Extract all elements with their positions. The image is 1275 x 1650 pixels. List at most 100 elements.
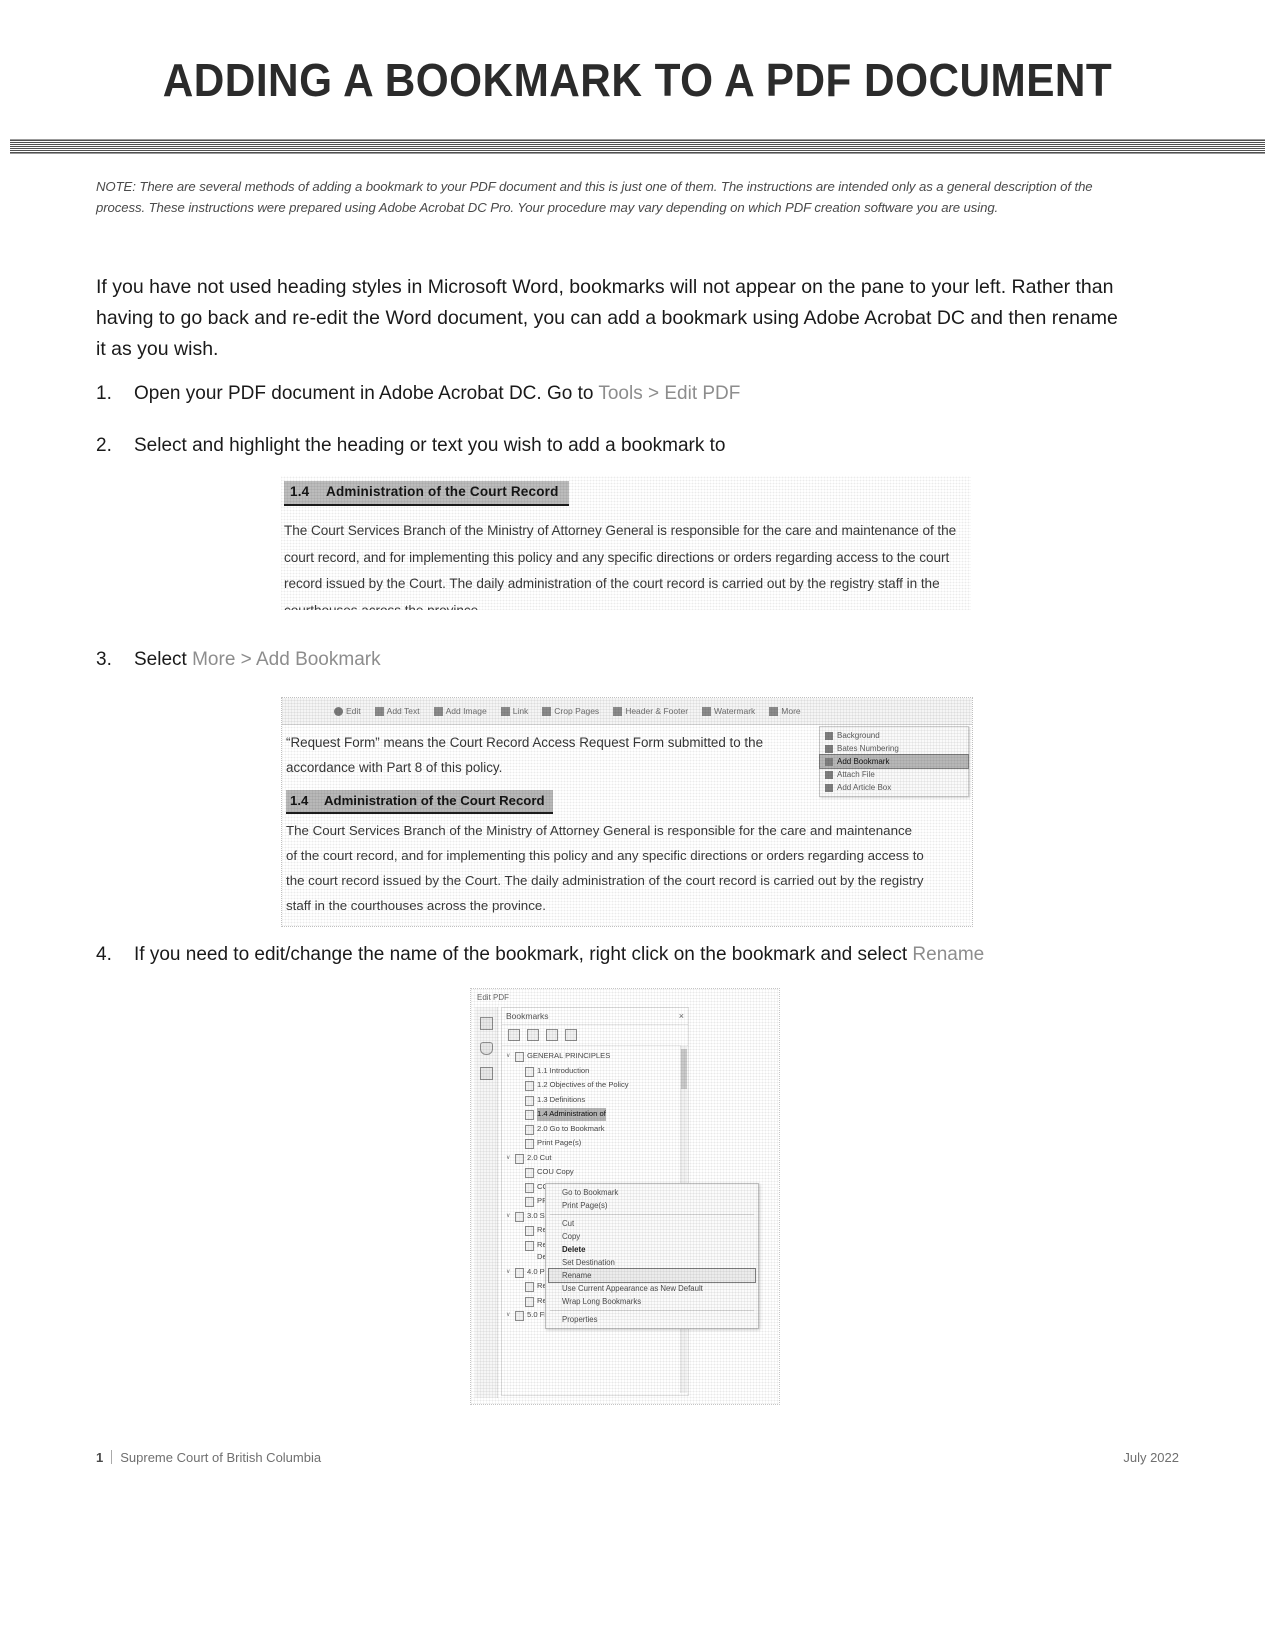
step-1-emphasis: Tools > Edit PDF — [598, 383, 741, 404]
screenshot-bookmarks-panel: Edit PDF Bookmarks × ∨ GENERAL PRINCIPLES… — [470, 988, 780, 1405]
toolbar-item-header-footer[interactable]: Header & Footer — [613, 706, 688, 716]
bookmark-label: 1.2 Objectives of the Policy — [537, 1080, 629, 1089]
step-3-number: 3. — [96, 649, 112, 670]
step-1-text: Open your PDF document in Adobe Acrobat … — [134, 383, 599, 404]
context-separator — [550, 1310, 754, 1311]
list-item[interactable]: Print Page(s) — [506, 1136, 686, 1151]
bookmark-label: 1.3 Definitions — [537, 1094, 586, 1104]
options-icon[interactable] — [565, 1029, 577, 1041]
intro-paragraph: If you have not used heading styles in M… — [96, 276, 1118, 360]
scrollbar-thumb[interactable] — [681, 1049, 687, 1089]
bookmark-item-icon — [525, 1240, 534, 1251]
bookmark-item-icon — [525, 1296, 534, 1307]
more-menu-label-add-article-box: Add Article Box — [837, 783, 892, 792]
context-item-properties[interactable]: Properties — [546, 1313, 758, 1326]
pencil-icon — [334, 706, 343, 716]
toolbar-item-crop-pages[interactable]: Crop Pages — [542, 706, 599, 716]
screenshot-quote-text: “Request Form” means the Court Record Ac… — [286, 730, 826, 780]
list-item-selected[interactable]: 1.4 Administration of — [506, 1107, 686, 1122]
toolbar-label-edit: Edit — [346, 706, 361, 716]
list-item[interactable]: ∨ GENERAL PRINCIPLES — [506, 1049, 686, 1064]
list-item[interactable]: ∨ 2.0 Cut — [506, 1151, 686, 1166]
toolbar-item-add-text[interactable]: Add Text — [374, 706, 420, 716]
highlighted-heading: 1.4 Administration of the Court Record — [284, 481, 569, 506]
toolbar-item-link[interactable]: Link — [500, 706, 528, 716]
context-item-rename[interactable]: Rename — [548, 1268, 756, 1283]
step-3-text: Select — [134, 649, 193, 670]
heading-text-2: Administration of the Court Record — [324, 793, 545, 808]
list-item[interactable]: 1.1 Introduction — [506, 1064, 686, 1079]
step-4-emphasis: Rename — [912, 944, 985, 965]
context-item-delete[interactable]: Delete — [546, 1243, 758, 1256]
close-icon[interactable]: × — [679, 1011, 684, 1021]
chevron-down-icon[interactable]: ∨ — [506, 1050, 512, 1062]
toolbar-label-header-footer: Header & Footer — [625, 706, 689, 716]
step-3-body: Select More > Add Bookmark — [134, 646, 1096, 674]
screenshot-highlighted-heading: 1.4 Administration of the Court Record Th… — [281, 476, 971, 610]
bookmark-item-icon — [525, 1066, 534, 1077]
chevron-down-icon[interactable]: ∨ — [506, 1309, 512, 1321]
bookmark-item-icon — [525, 1095, 534, 1106]
bookmark-item-icon — [525, 1182, 534, 1193]
context-item-set-destination[interactable]: Set Destination — [546, 1256, 758, 1269]
screenshot-body-paragraph-2: The Court Services Branch of the Ministr… — [286, 823, 924, 913]
step-1-body: Open your PDF document in Adobe Acrobat … — [134, 380, 1096, 408]
bookmark-item-icon — [515, 1052, 524, 1062]
bookmark-label: 1.1 Introduction — [537, 1065, 590, 1075]
bates-icon — [825, 744, 833, 753]
list-item[interactable]: 1.3 Definitions — [506, 1093, 686, 1108]
edit-pdf-tool-label: Edit PDF — [477, 993, 510, 1002]
step-4-number: 4. — [96, 944, 112, 965]
context-item-cut[interactable]: Cut — [546, 1217, 758, 1230]
bookmark-icon — [825, 757, 833, 766]
step-4-body: If you need to edit/change the name of t… — [134, 941, 1106, 969]
chevron-down-icon[interactable]: ∨ — [506, 1210, 512, 1222]
heading-number-2: 1.4 — [290, 793, 309, 808]
footer-divider — [111, 1450, 113, 1464]
toolbar-item-watermark[interactable]: Watermark — [702, 706, 755, 716]
chevron-down-icon[interactable]: ∨ — [506, 1266, 512, 1278]
step-4-text: If you need to edit/change the name of t… — [134, 944, 913, 965]
toolbar-item-more[interactable]: More — [769, 706, 801, 716]
footer-organization: Supreme Court of British Columbia — [120, 1450, 322, 1465]
crop-icon — [542, 706, 552, 716]
step-2-number: 2. — [96, 435, 112, 456]
step-4: 4. If you need to edit/change the name o… — [96, 941, 1106, 969]
note-text: NOTE: There are several methods of addin… — [96, 179, 1093, 215]
context-item-print-pages[interactable]: Print Page(s) — [546, 1199, 758, 1212]
footer-left: 1 Supreme Court of British Columbia — [96, 1448, 321, 1465]
expand-icon[interactable] — [546, 1029, 558, 1041]
more-menu-item-attach-file[interactable]: Attach File — [820, 768, 968, 781]
more-menu-item-add-article-box[interactable]: Add Article Box — [820, 781, 968, 794]
list-item[interactable]: 2.0 Go to Bookmark — [506, 1122, 686, 1137]
toolbar-item-edit[interactable]: Edit — [334, 706, 361, 716]
header-footer-icon — [613, 706, 623, 716]
context-item-use-current-appearance[interactable]: Use Current Appearance as New Default — [546, 1282, 758, 1295]
more-menu-item-background[interactable]: Background — [820, 729, 968, 742]
new-bookmark-icon[interactable] — [508, 1029, 520, 1041]
bookmark-label: 2.0 Cut — [527, 1152, 552, 1162]
add-image-icon — [433, 706, 443, 716]
quote-line-1: “Request Form” means the Court Record Ac… — [286, 735, 764, 750]
bookmark-context-menu: Go to Bookmark Print Page(s) Cut Copy De… — [545, 1183, 759, 1329]
bookmark-label: COU Copy — [537, 1167, 574, 1176]
delete-bookmark-icon[interactable] — [527, 1029, 539, 1041]
context-separator — [550, 1214, 754, 1215]
attachments-icon[interactable] — [479, 1067, 493, 1080]
bookmarks-panel-header: Bookmarks × — [502, 1008, 688, 1025]
toolbar-item-add-image[interactable]: Add Image — [433, 706, 487, 716]
bookmarks-toolbar — [502, 1025, 688, 1046]
page-thumbnails-icon[interactable] — [479, 1017, 493, 1030]
list-item[interactable]: COU Copy — [506, 1165, 686, 1180]
list-item[interactable]: 1.2 Objectives of the Policy — [506, 1078, 686, 1093]
highlighted-heading-2: 1.4 Administration of the Court Record — [286, 790, 553, 814]
context-item-go-to-bookmark[interactable]: Go to Bookmark — [546, 1186, 758, 1199]
screenshot-more-menu: Edit Add Text Add Image Link Crop Pages … — [281, 697, 973, 927]
chevron-down-icon[interactable]: ∨ — [506, 1152, 512, 1164]
attach-icon — [825, 770, 833, 779]
more-menu-item-add-bookmark[interactable]: Add Bookmark — [819, 754, 969, 769]
context-item-copy[interactable]: Copy — [546, 1230, 758, 1243]
context-item-wrap-long-bookmarks[interactable]: Wrap Long Bookmarks — [546, 1295, 758, 1308]
bookmarks-rail-icon[interactable] — [479, 1042, 493, 1055]
more-menu-item-bates-numbering[interactable]: Bates Numbering — [820, 742, 968, 755]
